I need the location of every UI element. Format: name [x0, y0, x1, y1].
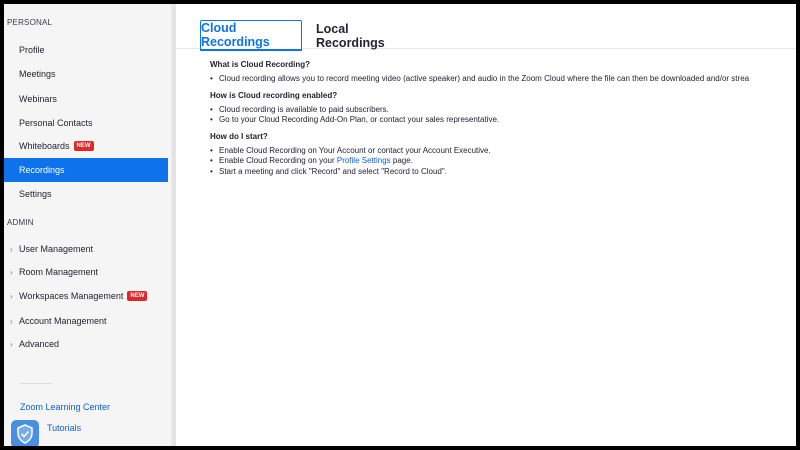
- list-item: Start a meeting and click "Record" and s…: [210, 167, 796, 178]
- chevron-right-icon: ›: [10, 267, 13, 277]
- sidebar-item-user-management[interactable]: › User Management: [4, 237, 168, 261]
- zoom-learning-center-link[interactable]: Zoom Learning Center: [20, 402, 110, 412]
- chevron-right-icon: ›: [10, 291, 13, 301]
- sidebar-item-label: Whiteboards: [19, 141, 70, 151]
- sidebar-item-recordings[interactable]: Recordings: [4, 158, 168, 182]
- tab-cloud-recordings[interactable]: Cloud Recordings: [200, 20, 302, 51]
- list-item-text: page.: [390, 156, 413, 165]
- sidebar-item-label: Settings: [19, 189, 52, 199]
- sidebar-item-label: Personal Contacts: [19, 118, 93, 128]
- personal-heading: PERSONAL: [7, 18, 53, 27]
- sidebar-item-webinars[interactable]: Webinars: [4, 87, 168, 111]
- list-item: Go to your Cloud Recording Add-On Plan, …: [210, 115, 796, 126]
- app-window: PERSONAL Profile Meetings Webinars Perso…: [4, 4, 796, 446]
- sidebar-item-workspaces-management[interactable]: › Workspaces Management NEW: [4, 284, 168, 308]
- question-heading: What is Cloud Recording?: [210, 60, 310, 69]
- chevron-right-icon: ›: [10, 244, 13, 254]
- tab-local-recordings[interactable]: Local Recordings: [316, 20, 420, 51]
- list-item: Cloud recording allows you to record mee…: [210, 74, 796, 85]
- sidebar-item-label: Webinars: [19, 94, 57, 104]
- sidebar-item-advanced[interactable]: › Advanced: [4, 332, 168, 356]
- sidebar-item-personal-contacts[interactable]: Personal Contacts: [4, 111, 168, 135]
- shield-icon[interactable]: [11, 420, 39, 446]
- sidebar-divider: [20, 383, 52, 384]
- list-item: Enable Cloud Recording on Your Account o…: [210, 146, 796, 157]
- sidebar-item-label: User Management: [19, 244, 94, 254]
- sidebar-item-label: Meetings: [19, 69, 56, 79]
- chevron-right-icon: ›: [10, 339, 13, 349]
- sidebar-item-account-management[interactable]: › Account Management: [4, 309, 168, 333]
- sidebar-item-label: Profile: [19, 45, 45, 55]
- sidebar-item-whiteboards[interactable]: Whiteboards NEW: [4, 134, 168, 158]
- main-content: Cloud Recordings Local Recordings What i…: [176, 4, 796, 446]
- list-item: Enable Cloud Recording on your Profile S…: [210, 156, 796, 167]
- cloud-recording-info: What is Cloud Recording? Cloud recording…: [210, 60, 796, 183]
- sidebar-item-label: Account Management: [19, 316, 107, 326]
- sidebar-item-label: Workspaces Management: [19, 291, 124, 301]
- sidebar: PERSONAL Profile Meetings Webinars Perso…: [4, 4, 172, 446]
- sidebar-item-label: Room Management: [19, 267, 99, 277]
- bullet-list: Cloud recording allows you to record mee…: [210, 74, 796, 85]
- sidebar-item-label: Recordings: [19, 165, 65, 175]
- question-heading: How do I start?: [210, 131, 268, 141]
- sidebar-item-label: Advanced: [19, 339, 60, 349]
- chevron-right-icon: ›: [10, 316, 13, 326]
- profile-settings-link[interactable]: Profile Settings: [337, 156, 391, 165]
- new-badge: NEW: [73, 141, 94, 151]
- list-item: Cloud recording is available to paid sub…: [210, 105, 796, 116]
- bullet-list: Cloud recording is available to paid sub…: [210, 105, 796, 126]
- sidebar-item-settings[interactable]: Settings: [4, 182, 168, 206]
- new-badge: NEW: [127, 291, 148, 301]
- question-heading: How is Cloud recording enabled?: [210, 90, 338, 100]
- bullet-list: Enable Cloud Recording on Your Account o…: [210, 146, 796, 178]
- sidebar-item-room-management[interactable]: › Room Management: [4, 260, 168, 284]
- list-item-text: Enable Cloud Recording on your: [219, 156, 337, 165]
- sidebar-item-meetings[interactable]: Meetings: [4, 62, 168, 86]
- sidebar-item-profile[interactable]: Profile: [4, 38, 168, 62]
- admin-heading: ADMIN: [7, 218, 34, 227]
- tutorials-link[interactable]: Tutorials: [47, 423, 81, 433]
